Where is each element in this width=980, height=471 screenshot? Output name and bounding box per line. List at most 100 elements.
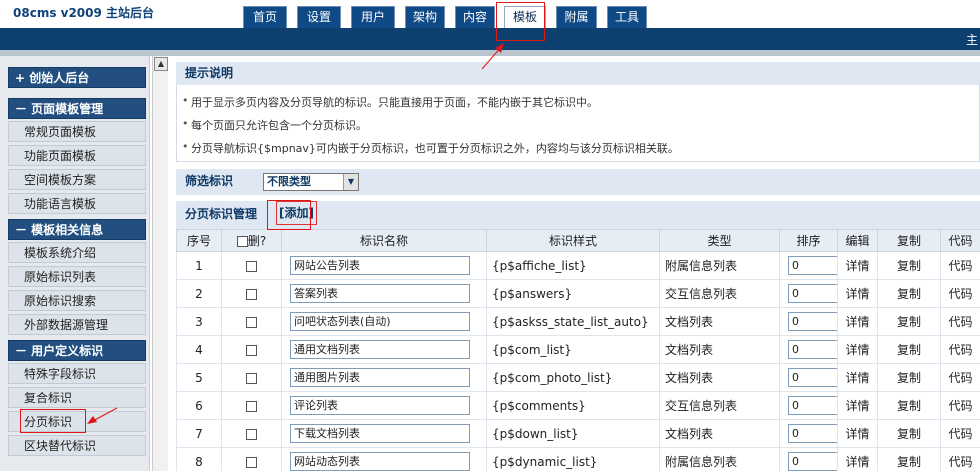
row-type: 交互信息列表 (659, 391, 780, 420)
sidebar-item-space-template-scheme[interactable]: 空间模板方案 (8, 169, 146, 190)
copy-link[interactable]: 复制 (877, 335, 941, 364)
edit-link[interactable]: 详情 (837, 279, 878, 308)
row-name-cell: 通用文档列表 (281, 335, 487, 364)
row-no: 7 (176, 419, 222, 448)
table-row: 5 通用图片列表 {p$com_photo_list} 文档列表 0 详情 复制 代码 (176, 363, 980, 392)
order-input[interactable]: 0 (788, 312, 837, 331)
tab-4[interactable]: 内容 (455, 6, 495, 28)
sidebar-item-external-datasource[interactable]: 外部数据源管理 (8, 314, 146, 335)
sidebar-item-original-tag-list[interactable]: 原始标识列表 (8, 266, 146, 287)
order-input[interactable]: 0 (788, 256, 837, 275)
sidebar-section-user-tags[interactable]: － 用户定义标识 (8, 340, 146, 361)
sidebar-section-page-templates[interactable]: － 页面模板管理 (8, 98, 146, 119)
tag-name-input[interactable]: 网站动态列表 (290, 452, 470, 471)
main-content: 提示说明 用于显示多页内容及分页导航的标识。只能直接用于页面，不能内嵌于其它标识… (176, 62, 980, 471)
code-link[interactable]: 代码 (940, 447, 980, 471)
sidebar-scrollbar[interactable]: ▲ (152, 56, 168, 471)
top-header: 08cms v2009 主站后台 首页 设置 用户 架构 内容 模板 附属 工具 (0, 0, 980, 28)
sidebar: + 创始人后台 － 页面模板管理 常规页面模板 功能页面模板 空间模板方案 功能… (0, 56, 150, 471)
edit-link[interactable]: 详情 (837, 307, 878, 336)
sidebar-founder[interactable]: + 创始人后台 (8, 67, 146, 88)
copy-link[interactable]: 复制 (877, 251, 941, 280)
row-delete-cell (221, 447, 282, 471)
edit-link[interactable]: 详情 (837, 447, 878, 471)
sidebar-item-paging-tag[interactable]: 分页标识 (8, 411, 146, 432)
tag-name-input[interactable]: 通用图片列表 (290, 368, 470, 387)
row-delete-cell (221, 307, 282, 336)
order-input[interactable]: 0 (788, 368, 837, 387)
nav-bar: 主 (0, 28, 980, 50)
row-no: 6 (176, 391, 222, 420)
edit-link[interactable]: 详情 (837, 251, 878, 280)
order-input[interactable]: 0 (788, 396, 837, 415)
sidebar-item-regular-page-template[interactable]: 常规页面模板 (8, 121, 146, 142)
row-delete-checkbox[interactable] (246, 344, 257, 356)
code-link[interactable]: 代码 (940, 251, 980, 280)
sidebar-item-block-replace-tag[interactable]: 区块替代标识 (8, 435, 146, 456)
code-link[interactable]: 代码 (940, 363, 980, 392)
select-all-checkbox[interactable] (236, 236, 248, 247)
tag-name-input[interactable]: 网站公告列表 (290, 256, 470, 275)
sidebar-item-compound-tag[interactable]: 复合标识 (8, 387, 146, 408)
code-link[interactable]: 代码 (940, 279, 980, 308)
scroll-up-arrow-icon[interactable]: ▲ (154, 57, 168, 71)
code-link[interactable]: 代码 (940, 419, 980, 448)
copy-link[interactable]: 复制 (877, 447, 941, 471)
order-input[interactable]: 0 (788, 340, 837, 359)
row-name-cell: 评论列表 (281, 391, 487, 420)
copy-link[interactable]: 复制 (877, 391, 941, 420)
row-style: {p$com_list} (486, 335, 660, 364)
sidebar-item-function-language-template[interactable]: 功能语言模板 (8, 193, 146, 214)
tab-2[interactable]: 用户 (351, 6, 395, 28)
sidebar-item-template-intro[interactable]: 模板系统介绍 (8, 242, 146, 263)
edit-link[interactable]: 详情 (837, 391, 878, 420)
dropdown-arrow-icon[interactable]: ▼ (343, 174, 358, 190)
row-delete-checkbox[interactable] (246, 428, 257, 440)
header-type: 类型 (659, 229, 780, 252)
sidebar-section-template-info[interactable]: － 模板相关信息 (8, 219, 146, 240)
row-delete-cell (221, 279, 282, 308)
tab-3[interactable]: 架构 (405, 6, 445, 28)
sidebar-item-special-field-tag[interactable]: 特殊字段标识 (8, 363, 146, 384)
copy-link[interactable]: 复制 (877, 307, 941, 336)
sidebar-item-original-tag-search[interactable]: 原始标识搜索 (8, 290, 146, 311)
row-no: 1 (176, 251, 222, 280)
sidebar-item-function-page-template[interactable]: 功能页面模板 (8, 145, 146, 166)
code-link[interactable]: 代码 (940, 391, 980, 420)
header-delete-label: 删? (247, 234, 267, 248)
tab-7[interactable]: 工具 (607, 6, 647, 28)
row-delete-checkbox[interactable] (246, 288, 257, 300)
edit-link[interactable]: 详情 (837, 363, 878, 392)
code-link[interactable]: 代码 (940, 335, 980, 364)
tag-name-input[interactable]: 下载文档列表 (290, 424, 470, 443)
tag-name-input[interactable]: 评论列表 (290, 396, 470, 415)
order-input[interactable]: 0 (788, 452, 837, 471)
add-tag-link[interactable]: [添加] (276, 201, 317, 225)
tab-5[interactable]: 模板 (504, 6, 546, 28)
row-type: 文档列表 (659, 419, 780, 448)
order-input[interactable]: 0 (788, 284, 837, 303)
row-delete-checkbox[interactable] (246, 316, 257, 328)
order-input[interactable]: 0 (788, 424, 837, 443)
filter-bar: 筛选标识 不限类型 ▼ (176, 169, 980, 195)
tag-name-input[interactable]: 答案列表 (290, 284, 470, 303)
copy-link[interactable]: 复制 (877, 419, 941, 448)
tag-name-input[interactable]: 通用文档列表 (290, 340, 470, 359)
row-delete-checkbox[interactable] (246, 260, 257, 272)
copy-link[interactable]: 复制 (877, 279, 941, 308)
tag-name-input[interactable]: 问吧状态列表(自动) (290, 312, 470, 331)
filter-type-select[interactable]: 不限类型 ▼ (263, 173, 359, 191)
tab-0[interactable]: 首页 (243, 6, 287, 28)
row-delete-checkbox[interactable] (246, 372, 257, 384)
code-link[interactable]: 代码 (940, 307, 980, 336)
edit-link[interactable]: 详情 (837, 335, 878, 364)
edit-link[interactable]: 详情 (837, 419, 878, 448)
copy-link[interactable]: 复制 (877, 363, 941, 392)
table-body: 1 网站公告列表 {p$affiche_list} 附属信息列表 0 详情 复制 代码 2 答案列… (176, 251, 980, 471)
row-delete-checkbox[interactable] (246, 456, 257, 468)
tab-6[interactable]: 附属 (556, 6, 597, 28)
row-order-cell: 0 (779, 251, 838, 280)
row-delete-checkbox[interactable] (246, 400, 257, 412)
header-copy: 复制 (877, 229, 941, 252)
tab-1[interactable]: 设置 (297, 6, 341, 28)
